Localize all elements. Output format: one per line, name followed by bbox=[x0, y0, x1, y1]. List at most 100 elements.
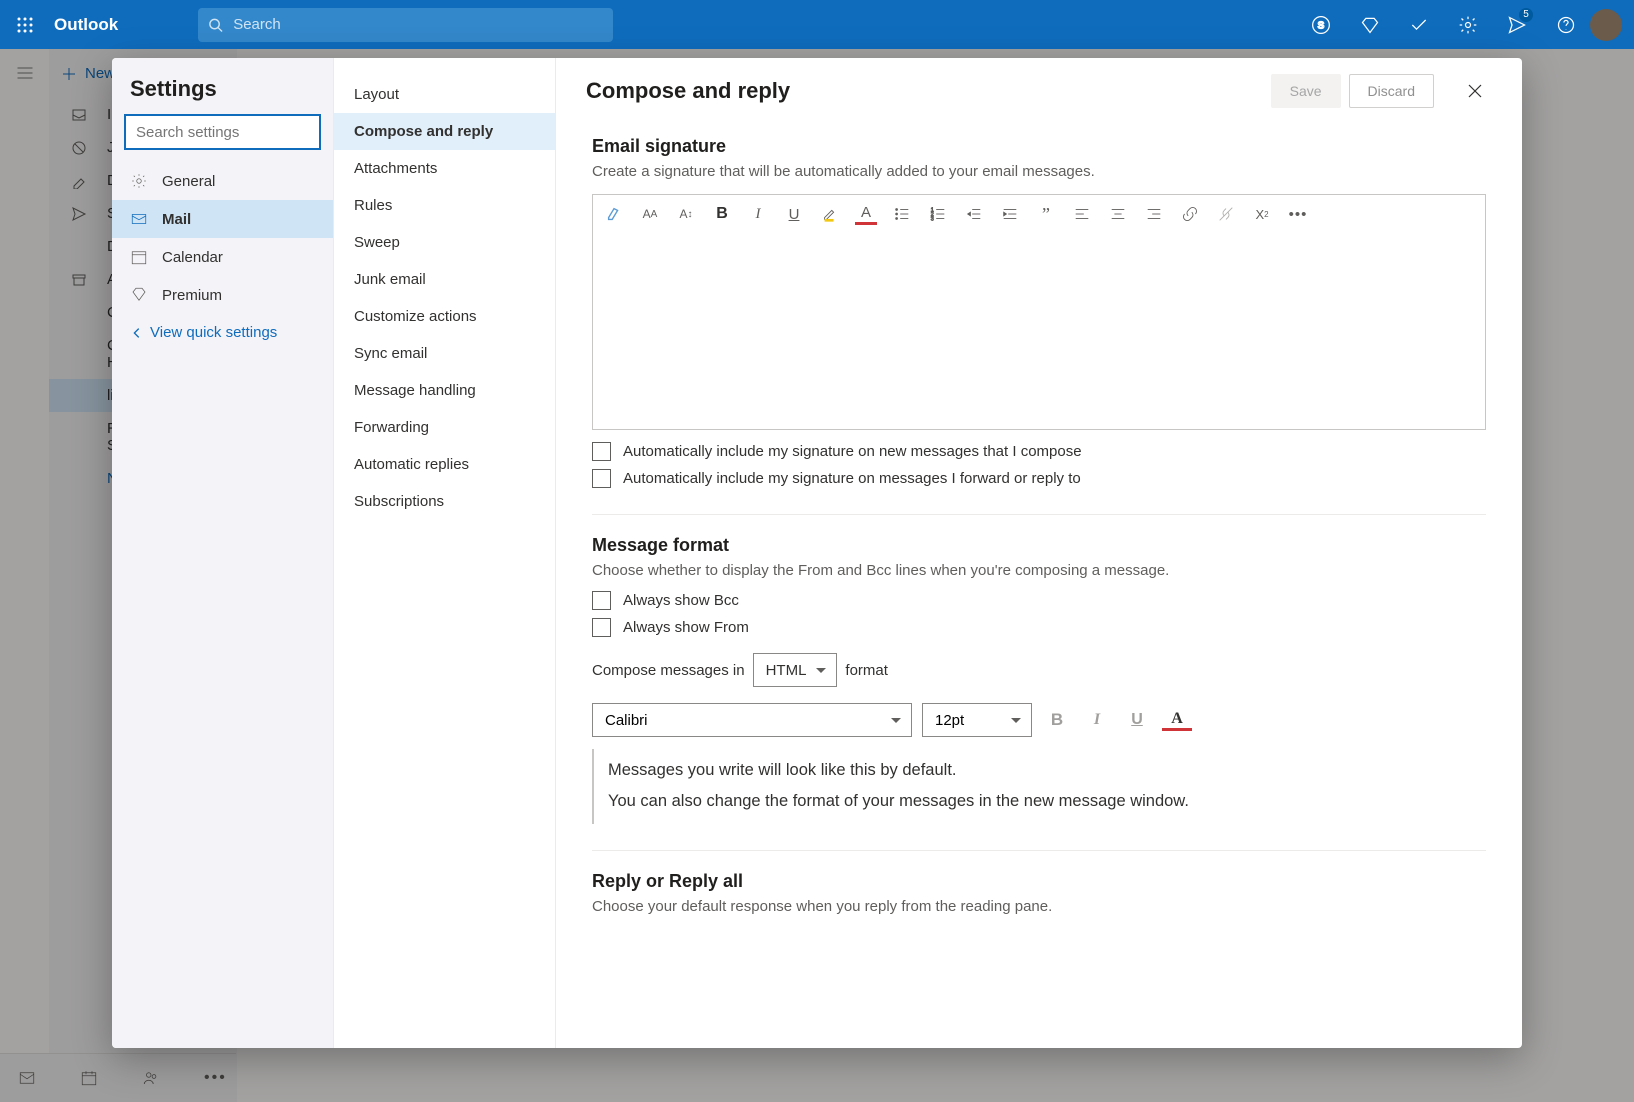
subnav-compose-reply[interactable]: Compose and reply bbox=[334, 113, 555, 150]
settings-cat-general[interactable]: General bbox=[112, 162, 333, 200]
settings-cat-mail[interactable]: Mail bbox=[112, 200, 333, 238]
highlight-icon[interactable] bbox=[819, 203, 841, 225]
checkbox-sig-new[interactable] bbox=[592, 442, 611, 461]
search-box[interactable] bbox=[198, 8, 613, 42]
font-size-dropdown[interactable]: 12pt bbox=[922, 703, 1032, 737]
superscript-icon[interactable]: X2 bbox=[1251, 203, 1273, 225]
from-row[interactable]: Always show From bbox=[592, 618, 1486, 637]
view-quick-settings-link[interactable]: View quick settings bbox=[112, 314, 333, 351]
bullets-icon[interactable] bbox=[891, 203, 913, 225]
font-color-icon[interactable]: A bbox=[855, 203, 877, 225]
subnav-customize[interactable]: Customize actions bbox=[334, 298, 555, 335]
default-underline-button[interactable]: U bbox=[1122, 705, 1152, 735]
settings-categories: Settings General Mail Calendar Premium V… bbox=[112, 58, 334, 1048]
settings-modal: Settings General Mail Calendar Premium V… bbox=[112, 58, 1522, 1048]
signature-toolbar: AA A↕ B I U A 123 ” X bbox=[593, 195, 1485, 233]
todo-icon[interactable] bbox=[1394, 0, 1443, 49]
sig-auto-new-row[interactable]: Automatically include my signature on ne… bbox=[592, 442, 1486, 461]
subnav-sweep[interactable]: Sweep bbox=[334, 224, 555, 261]
settings-cat-calendar[interactable]: Calendar bbox=[112, 238, 333, 276]
bcc-label: Always show Bcc bbox=[623, 592, 739, 609]
skype-icon[interactable]: S bbox=[1296, 0, 1345, 49]
format-painter-icon[interactable] bbox=[603, 203, 625, 225]
panel-title: Compose and reply bbox=[586, 78, 1263, 104]
message-format-subtext: Choose whether to display the From and B… bbox=[592, 562, 1486, 579]
link-icon[interactable] bbox=[1179, 203, 1201, 225]
format-preview: Messages you write will look like this b… bbox=[592, 749, 1486, 824]
align-center-icon[interactable] bbox=[1107, 203, 1129, 225]
subnav-subscriptions[interactable]: Subscriptions bbox=[334, 483, 555, 520]
subnav-rules[interactable]: Rules bbox=[334, 187, 555, 224]
message-format-heading: Message format bbox=[592, 535, 1486, 556]
default-font-color-button[interactable]: A bbox=[1162, 709, 1192, 731]
align-left-icon[interactable] bbox=[1071, 203, 1093, 225]
sig-auto-new-label: Automatically include my signature on ne… bbox=[623, 443, 1082, 460]
font-family-dropdown[interactable]: Calibri bbox=[592, 703, 912, 737]
subnav-attachments[interactable]: Attachments bbox=[334, 150, 555, 187]
avatar[interactable] bbox=[1590, 9, 1622, 41]
font-family-icon[interactable]: AA bbox=[639, 203, 661, 225]
bold-icon[interactable]: B bbox=[711, 203, 733, 225]
settings-title: Settings bbox=[112, 76, 333, 114]
default-bold-button[interactable]: B bbox=[1042, 705, 1072, 735]
from-label: Always show From bbox=[623, 619, 749, 636]
indent-icon[interactable] bbox=[999, 203, 1021, 225]
settings-panel: Compose and reply Save Discard Email sig… bbox=[556, 58, 1522, 1048]
align-right-icon[interactable] bbox=[1143, 203, 1165, 225]
default-italic-button[interactable]: I bbox=[1082, 705, 1112, 735]
reply-subtext: Choose your default response when you re… bbox=[592, 898, 1486, 915]
signature-textarea[interactable] bbox=[593, 233, 1485, 429]
subnav-forwarding[interactable]: Forwarding bbox=[334, 409, 555, 446]
notifications-icon[interactable]: 5 bbox=[1492, 0, 1541, 49]
sig-auto-reply-row[interactable]: Automatically include my signature on me… bbox=[592, 469, 1486, 488]
checkbox-from[interactable] bbox=[592, 618, 611, 637]
premium-icon[interactable] bbox=[1345, 0, 1394, 49]
signature-heading: Email signature bbox=[592, 136, 1486, 157]
subnav-layout[interactable]: Layout bbox=[334, 76, 555, 113]
compose-in-label-pre: Compose messages in bbox=[592, 662, 745, 679]
chevron-left-icon bbox=[130, 326, 144, 340]
diamond-icon bbox=[130, 286, 148, 304]
compose-in-label-post: format bbox=[845, 662, 888, 679]
signature-subtext: Create a signature that will be automati… bbox=[592, 163, 1486, 180]
settings-icon[interactable] bbox=[1443, 0, 1492, 49]
underline-icon[interactable]: U bbox=[783, 203, 805, 225]
unlink-icon[interactable] bbox=[1215, 203, 1237, 225]
app-launcher-icon[interactable] bbox=[0, 0, 49, 49]
subnav-junk[interactable]: Junk email bbox=[334, 261, 555, 298]
settings-subnav: Layout Compose and reply Attachments Rul… bbox=[334, 58, 556, 1048]
checkbox-sig-reply[interactable] bbox=[592, 469, 611, 488]
settings-cat-premium[interactable]: Premium bbox=[112, 276, 333, 314]
notifications-badge: 5 bbox=[1519, 8, 1533, 22]
mail-icon bbox=[130, 210, 148, 228]
save-button[interactable]: Save bbox=[1271, 74, 1341, 108]
subnav-msg-handling[interactable]: Message handling bbox=[334, 372, 555, 409]
bcc-row[interactable]: Always show Bcc bbox=[592, 591, 1486, 610]
numbering-icon[interactable]: 123 bbox=[927, 203, 949, 225]
settings-search-input[interactable] bbox=[124, 114, 321, 150]
compose-format-dropdown[interactable]: HTML bbox=[753, 653, 838, 687]
top-bar: Outlook S 5 bbox=[0, 0, 1634, 49]
search-icon bbox=[208, 17, 223, 33]
svg-text:S: S bbox=[1317, 20, 1324, 31]
quote-icon[interactable]: ” bbox=[1035, 203, 1057, 225]
gear-icon bbox=[130, 172, 148, 190]
more-formatting-icon[interactable]: ••• bbox=[1287, 203, 1309, 225]
reply-heading: Reply or Reply all bbox=[592, 871, 1486, 892]
search-input[interactable] bbox=[233, 16, 603, 33]
close-icon bbox=[1467, 83, 1483, 99]
checkbox-bcc[interactable] bbox=[592, 591, 611, 610]
calendar-icon bbox=[130, 248, 148, 266]
italic-icon[interactable]: I bbox=[747, 203, 769, 225]
help-icon[interactable] bbox=[1541, 0, 1590, 49]
signature-editor: AA A↕ B I U A 123 ” X bbox=[592, 194, 1486, 430]
close-button[interactable] bbox=[1458, 74, 1492, 108]
font-size-icon[interactable]: A↕ bbox=[675, 203, 697, 225]
svg-text:3: 3 bbox=[931, 216, 934, 222]
preview-line-1: Messages you write will look like this b… bbox=[608, 755, 1472, 786]
app-name: Outlook bbox=[54, 15, 118, 35]
discard-button[interactable]: Discard bbox=[1349, 74, 1434, 108]
subnav-sync[interactable]: Sync email bbox=[334, 335, 555, 372]
subnav-auto-replies[interactable]: Automatic replies bbox=[334, 446, 555, 483]
outdent-icon[interactable] bbox=[963, 203, 985, 225]
